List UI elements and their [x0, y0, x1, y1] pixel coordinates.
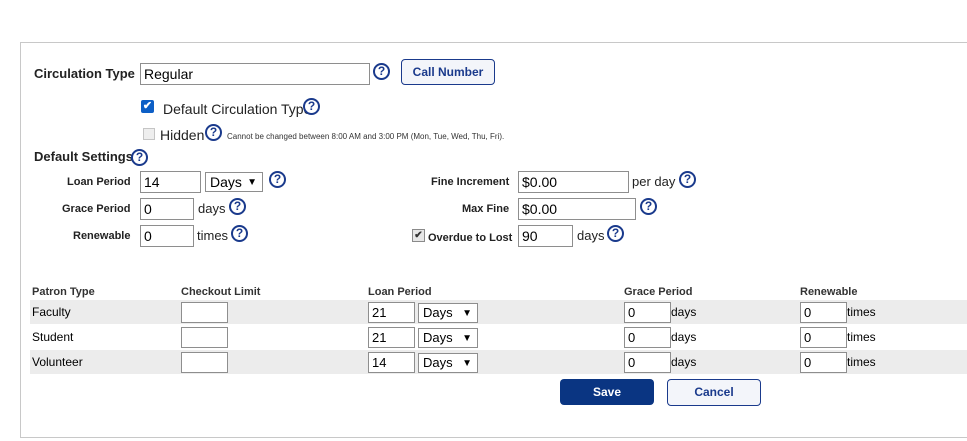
loan-unit-value: Days — [423, 330, 453, 345]
grace-period-input[interactable]: 0 — [140, 198, 194, 220]
hidden-checkbox — [143, 128, 155, 140]
renewable-unit: times — [197, 228, 229, 243]
header-grace-period: Grace Period — [624, 286, 693, 298]
header-patron-type: Patron Type — [32, 286, 95, 298]
chevron-down-icon: ▼ — [247, 177, 257, 188]
save-button[interactable]: Save — [560, 379, 654, 405]
circulation-type-input[interactable]: Regular — [140, 63, 370, 85]
checkout-limit-input[interactable] — [181, 327, 228, 348]
chevron-down-icon: ▼ — [462, 333, 472, 344]
header-renewable: Renewable — [800, 286, 858, 298]
help-icon[interactable]: ? — [303, 98, 320, 115]
loan-period-input[interactable]: 21 — [368, 302, 415, 323]
renewable-label: Renewable — [73, 230, 131, 242]
default-circulation-checkbox[interactable]: ✔ — [141, 100, 154, 113]
overdue-to-lost-input[interactable]: 90 — [518, 225, 573, 247]
loan-period-input[interactable]: 21 — [368, 327, 415, 348]
grace-period-unit: days — [671, 355, 697, 369]
renewable-unit: times — [847, 330, 876, 344]
loan-period-input[interactable]: 14 — [140, 171, 201, 193]
loan-period-unit-select[interactable]: Days ▼ — [418, 353, 478, 373]
fine-increment-label: Fine Increment — [431, 176, 510, 188]
loan-period-unit-select[interactable]: Days ▼ — [205, 172, 263, 192]
hidden-label: Hidden — [160, 127, 205, 143]
help-icon[interactable]: ? — [607, 225, 624, 242]
grace-period-input[interactable]: 0 — [624, 302, 671, 323]
overdue-to-lost-checkbox[interactable]: ✔ — [412, 229, 425, 242]
loan-unit-value: Days — [423, 355, 453, 370]
grace-period-unit: days — [671, 330, 697, 344]
help-icon[interactable]: ? — [373, 63, 390, 80]
grace-period-unit: days — [198, 201, 226, 216]
patron-type-cell: Faculty — [32, 305, 71, 319]
hidden-note: Cannot be changed between 8:00 AM and 3:… — [227, 132, 505, 141]
renewable-input[interactable]: 0 — [140, 225, 194, 247]
chevron-down-icon: ▼ — [462, 308, 472, 319]
overdue-to-lost-unit: days — [577, 228, 605, 243]
checkout-limit-input[interactable] — [181, 302, 228, 323]
help-icon[interactable]: ? — [640, 198, 657, 215]
renewable-input[interactable]: 0 — [800, 327, 847, 348]
cancel-button[interactable]: Cancel — [667, 379, 761, 406]
loan-unit-value: Days — [423, 305, 453, 320]
renewable-input[interactable]: 0 — [800, 352, 847, 373]
loan-period-unit-value: Days — [210, 174, 242, 190]
help-icon[interactable]: ? — [269, 171, 286, 188]
fine-increment-unit: per day — [632, 174, 676, 189]
patron-type-cell: Volunteer — [32, 355, 83, 369]
max-fine-input[interactable]: $0.00 — [518, 198, 636, 220]
table-row: Volunteer 14 Days ▼ 0 days 0 times — [30, 350, 967, 374]
call-number-button[interactable]: Call Number — [401, 59, 495, 85]
fine-increment-input[interactable]: $0.00 — [518, 171, 629, 193]
header-checkout-limit: Checkout Limit — [181, 286, 261, 298]
help-icon[interactable]: ? — [131, 149, 148, 166]
renewable-unit: times — [847, 305, 876, 319]
table-row: Faculty 21 Days ▼ 0 days 0 times — [30, 300, 967, 324]
default-settings-heading: Default Settings — [34, 149, 133, 164]
help-icon[interactable]: ? — [679, 171, 696, 188]
overdue-to-lost-label: Overdue to Lost — [428, 232, 513, 244]
help-icon[interactable]: ? — [205, 124, 222, 141]
help-icon[interactable]: ? — [231, 225, 248, 242]
loan-period-unit-select[interactable]: Days ▼ — [418, 303, 478, 323]
loan-period-unit-select[interactable]: Days ▼ — [418, 328, 478, 348]
renewable-unit: times — [847, 355, 876, 369]
header-loan-period: Loan Period — [368, 286, 432, 298]
default-circulation-label: Default Circulation Type — [163, 101, 312, 117]
max-fine-label: Max Fine — [462, 203, 510, 215]
help-icon[interactable]: ? — [229, 198, 246, 215]
chevron-down-icon: ▼ — [462, 358, 472, 369]
checkout-limit-input[interactable] — [181, 352, 228, 373]
grace-period-input[interactable]: 0 — [624, 352, 671, 373]
circulation-type-label: Circulation Type — [34, 66, 135, 81]
grace-period-label: Grace Period — [62, 203, 131, 215]
grace-period-input[interactable]: 0 — [624, 327, 671, 348]
loan-period-input[interactable]: 14 — [368, 352, 415, 373]
table-row: Student 21 Days ▼ 0 days 0 times — [30, 325, 967, 349]
loan-period-label: Loan Period — [67, 176, 131, 188]
patron-type-cell: Student — [32, 330, 74, 344]
grace-period-unit: days — [671, 305, 697, 319]
renewable-input[interactable]: 0 — [800, 302, 847, 323]
